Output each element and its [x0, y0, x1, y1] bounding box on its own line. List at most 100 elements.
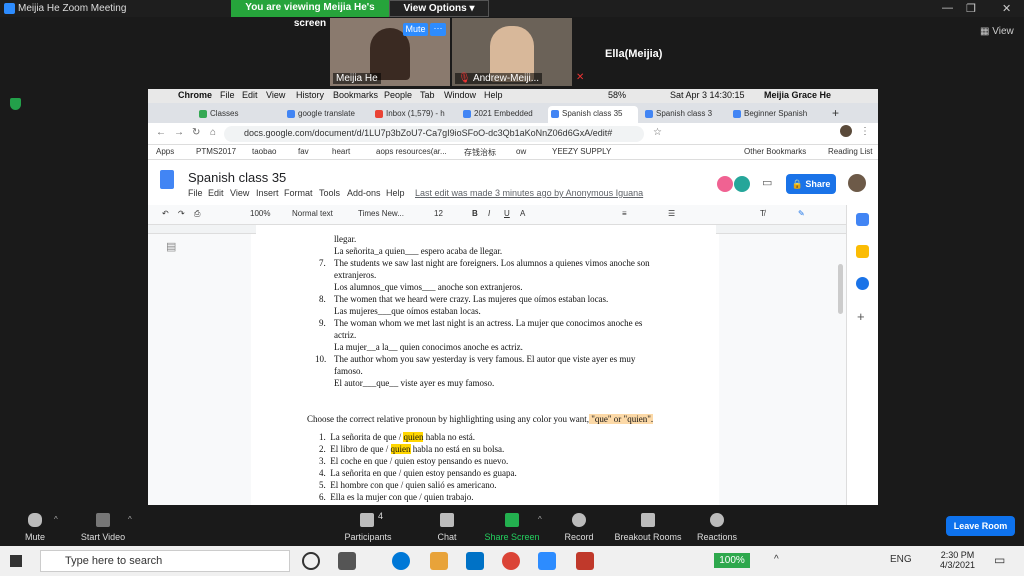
- url-input[interactable]: docs.google.com/document/d/1LU7p3bZoU7-C…: [224, 126, 644, 142]
- font-select[interactable]: Times New...: [358, 209, 404, 218]
- profile-avatar[interactable]: [840, 125, 852, 137]
- home-icon[interactable]: ⌂: [210, 127, 216, 138]
- taskbar-clock[interactable]: 2:30 PM 4/3/2021: [940, 550, 975, 570]
- docs-menu-item[interactable]: Tools: [319, 188, 340, 198]
- edge-icon[interactable]: [392, 552, 410, 570]
- docs-menu-item[interactable]: Insert: [256, 188, 279, 198]
- keep-icon[interactable]: [856, 245, 869, 258]
- docs-logo-icon[interactable]: [160, 170, 174, 189]
- tab-spanish-35[interactable]: Spanish class 35: [548, 106, 638, 123]
- docs-menu-item[interactable]: View: [230, 188, 249, 198]
- mail-icon[interactable]: [466, 552, 484, 570]
- comments-icon[interactable]: ▭: [762, 176, 772, 189]
- print-icon[interactable]: ⎙: [194, 209, 200, 219]
- zoom-percent-badge[interactable]: 100%: [714, 553, 750, 568]
- share-screen-icon[interactable]: [505, 513, 519, 527]
- paint-icon[interactable]: [576, 552, 594, 570]
- menu-item[interactable]: Bookmarks: [333, 90, 378, 100]
- windows-start-icon[interactable]: [10, 555, 22, 567]
- back-icon[interactable]: ←: [156, 127, 166, 138]
- mac-user[interactable]: Meijia Grace He: [764, 90, 831, 100]
- start-video-button[interactable]: Start Video: [63, 532, 143, 542]
- breakout-rooms-button[interactable]: Breakout Rooms: [608, 532, 688, 542]
- record-button[interactable]: Record: [539, 532, 619, 542]
- tasks-icon[interactable]: [856, 277, 869, 290]
- leave-room-button[interactable]: Leave Room: [946, 516, 1015, 536]
- tab-inbox[interactable]: Inbox (1,579) - h: [372, 106, 456, 123]
- undo-icon[interactable]: ↶: [162, 209, 169, 218]
- menu-item[interactable]: History: [296, 90, 324, 100]
- zoom-select[interactable]: 100%: [250, 209, 270, 218]
- minimize-icon[interactable]: —: [942, 2, 953, 14]
- reactions-icon[interactable]: [710, 513, 724, 527]
- close-icon[interactable]: ✕: [1002, 2, 1011, 15]
- menu-item[interactable]: Tab: [420, 90, 435, 100]
- bookmark-item[interactable]: fav: [298, 147, 309, 156]
- microphone-icon[interactable]: [28, 513, 42, 527]
- underline-button[interactable]: U: [504, 209, 510, 218]
- zoom-app-icon[interactable]: [538, 552, 556, 570]
- tab-beginner-spanish[interactable]: Beginner Spanish: [730, 106, 820, 123]
- bookmark-reading-list[interactable]: Reading List: [828, 147, 872, 156]
- task-view-icon[interactable]: [338, 552, 356, 570]
- forward-icon[interactable]: →: [174, 127, 184, 138]
- redo-icon[interactable]: ↷: [178, 209, 185, 218]
- doc-title[interactable]: Spanish class 35: [188, 170, 286, 185]
- bookmark-other[interactable]: Other Bookmarks: [744, 147, 806, 156]
- bookmark-item[interactable]: PTMS2017: [196, 147, 236, 156]
- collaborator-avatar[interactable]: [717, 176, 733, 192]
- view-options-button[interactable]: View Options ▾: [389, 0, 489, 17]
- text-color-button[interactable]: A: [520, 209, 525, 218]
- cortana-icon[interactable]: [302, 552, 320, 570]
- bookmark-item[interactable]: taobao: [252, 147, 276, 156]
- menu-item[interactable]: Window: [444, 90, 476, 100]
- last-edit-link[interactable]: Last edit was made 3 minutes ago by Anon…: [415, 188, 643, 198]
- menu-item[interactable]: People: [384, 90, 412, 100]
- share-options-icon[interactable]: ^: [538, 515, 542, 524]
- bookmark-apps[interactable]: Apps: [156, 147, 174, 156]
- tile-more-button[interactable]: ···: [430, 23, 446, 36]
- tab-translate[interactable]: google translate: [284, 106, 368, 123]
- view-button[interactable]: ▦ View: [980, 26, 1014, 37]
- bookmark-item[interactable]: ow: [516, 147, 526, 156]
- italic-button[interactable]: I: [488, 209, 490, 218]
- reload-icon[interactable]: ↻: [192, 127, 200, 138]
- video-tile-andrew[interactable]: 🎙 Andrew-Meiji...: [452, 18, 572, 86]
- tab-spanish-3[interactable]: Spanish class 3: [642, 106, 726, 123]
- chrome-menu-icon[interactable]: ⋮: [860, 126, 870, 137]
- taskbar-search-input[interactable]: Type here to search: [40, 550, 290, 572]
- outline-icon[interactable]: ▤: [166, 240, 176, 253]
- participants-button[interactable]: Participants: [328, 532, 408, 542]
- bookmark-item[interactable]: aops resources(ar...: [376, 147, 447, 156]
- chrome-icon[interactable]: [502, 552, 520, 570]
- menu-item[interactable]: Edit: [242, 90, 258, 100]
- mute-options-icon[interactable]: ^: [54, 515, 58, 524]
- tab-classes[interactable]: Classes: [196, 106, 280, 123]
- doc-page[interactable]: llegar. La señorita_a quien___ espero ac…: [251, 234, 719, 505]
- maximize-icon[interactable]: ❐: [966, 2, 976, 15]
- collaborator-avatar[interactable]: [734, 176, 750, 192]
- editing-mode-icon[interactable]: ✎: [798, 209, 805, 218]
- breakout-rooms-icon[interactable]: [641, 513, 655, 527]
- tray-chevron-icon[interactable]: ^: [774, 554, 779, 565]
- chat-icon[interactable]: [440, 513, 454, 527]
- clear-format-icon[interactable]: T̸: [760, 209, 765, 218]
- style-select[interactable]: Normal text: [292, 209, 333, 218]
- new-tab-icon[interactable]: +: [832, 106, 839, 120]
- menu-app[interactable]: Chrome: [178, 90, 212, 100]
- scrollbar-thumb[interactable]: [838, 264, 843, 314]
- menu-item[interactable]: Help: [484, 90, 503, 100]
- language-indicator[interactable]: ENG: [890, 554, 912, 565]
- share-button[interactable]: 🔒 Share: [786, 174, 836, 194]
- bookmark-item[interactable]: YEEZY SUPPLY: [552, 147, 611, 156]
- add-addon-icon[interactable]: +: [857, 309, 865, 324]
- align-icon[interactable]: ≡: [622, 209, 627, 218]
- account-avatar[interactable]: [848, 174, 866, 192]
- docs-menu-item[interactable]: Format: [284, 188, 313, 198]
- font-size-input[interactable]: 12: [434, 209, 443, 218]
- participants-icon[interactable]: [360, 513, 374, 527]
- bold-button[interactable]: B: [472, 209, 478, 218]
- tab-embedded[interactable]: 2021 Embedded: [460, 106, 544, 123]
- notifications-icon[interactable]: ▭: [994, 553, 1005, 567]
- bookmark-star-icon[interactable]: ☆: [653, 127, 662, 138]
